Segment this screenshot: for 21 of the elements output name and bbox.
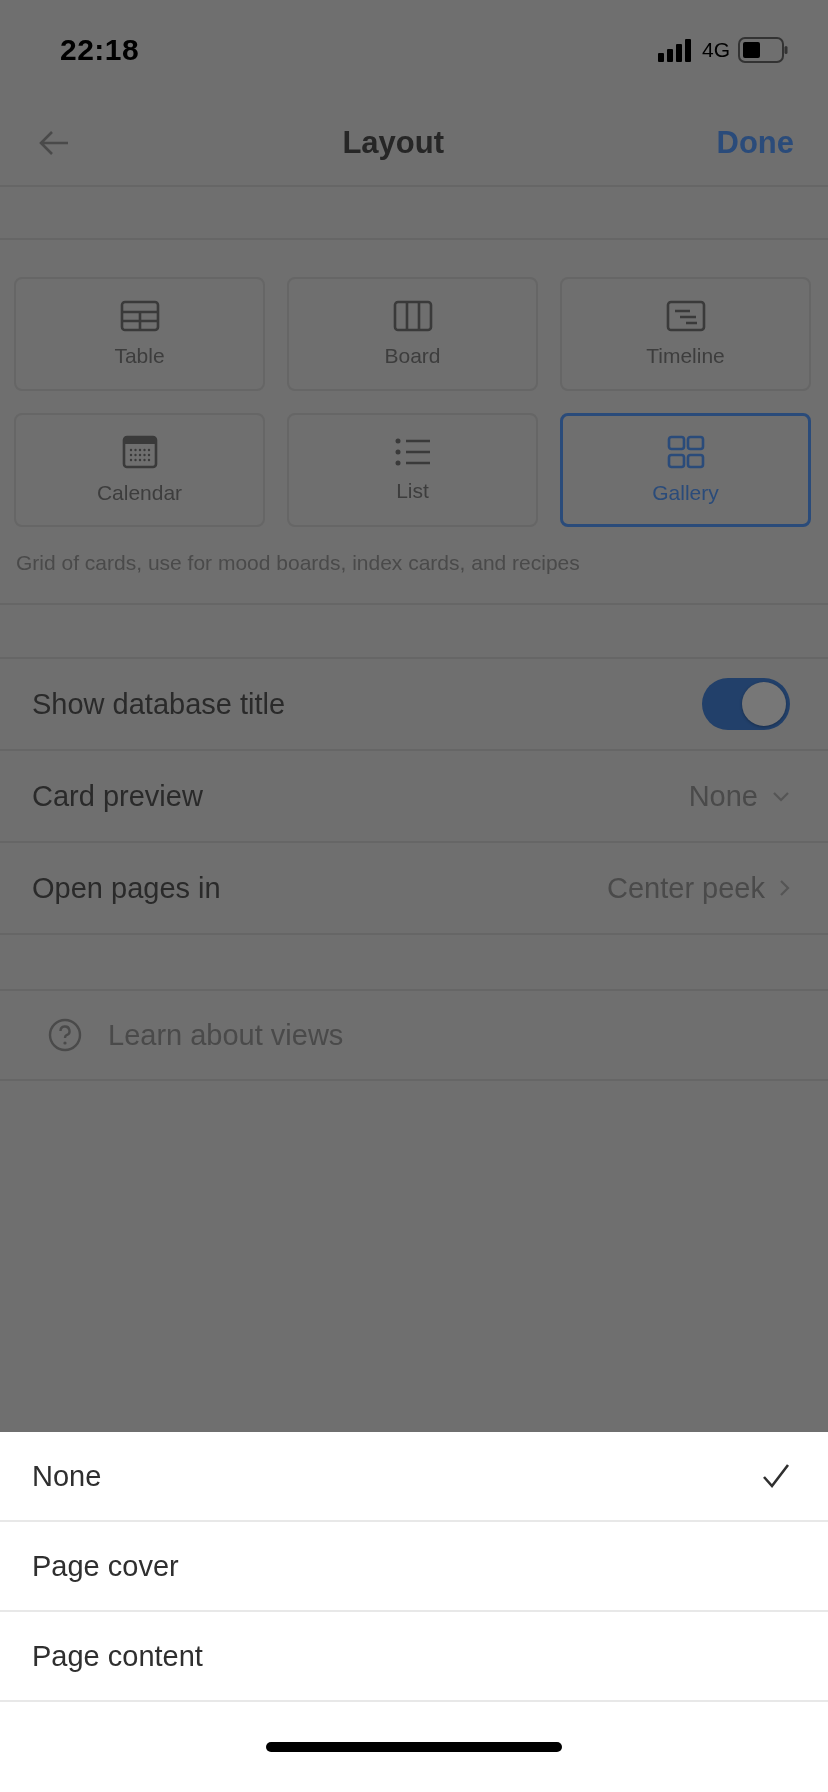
help-icon [48,1018,82,1052]
timeline-icon [665,300,706,332]
chevron-right-icon [779,879,790,897]
signal-icon [658,38,694,62]
calendar-icon [121,435,158,469]
setting-label: Card preview [32,779,203,813]
network-label: 4G [702,38,730,62]
done-button[interactable]: Done [716,124,794,161]
chevron-down-icon [772,790,790,802]
list-icon [393,437,432,467]
setting-label: Open pages in [32,871,221,905]
back-button[interactable] [38,128,70,157]
setting-label: Show database title [32,687,286,721]
table-icon [119,300,160,332]
toggle-switch[interactable] [702,678,790,730]
grid-icon [666,435,705,469]
layout-option[interactable]: Gallery [560,413,811,527]
battery-icon [738,37,788,63]
columns-icon [392,300,433,332]
status-time: 22:18 [60,33,140,67]
screen-title: Layout [342,124,445,161]
